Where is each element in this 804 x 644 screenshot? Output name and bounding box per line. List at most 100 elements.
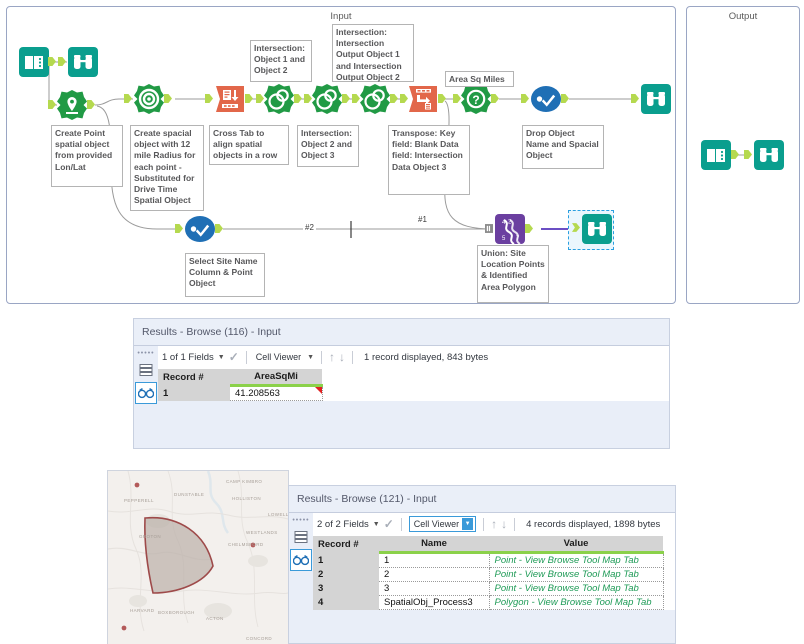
- tool-trade-area[interactable]: [134, 84, 164, 114]
- tool-select-site-name[interactable]: [185, 214, 215, 244]
- anchor-in-browse-union[interactable]: [572, 223, 580, 232]
- results-top-grid[interactable]: Record # AreaSqMi 1 41.208563: [158, 369, 323, 401]
- results-panel-top[interactable]: Results - Browse (116) - Input ••••• 1 o…: [133, 318, 670, 449]
- anchor-in-select-site[interactable]: [175, 224, 183, 233]
- chevron-down-icon[interactable]: ▼: [307, 354, 314, 361]
- anchor-in-spatial-info[interactable]: [453, 94, 461, 103]
- tool-browse-area[interactable]: [641, 84, 671, 114]
- anchor-out-spatial-info[interactable]: [491, 94, 499, 103]
- anchor-out-trade-area[interactable]: [164, 94, 172, 103]
- check-icon[interactable]: ✓: [229, 350, 239, 364]
- table-view-button[interactable]: [291, 527, 311, 547]
- arrow-down-icon[interactable]: ↓: [339, 350, 345, 364]
- comment-area-sq-miles[interactable]: Area Sq Miles: [445, 71, 514, 87]
- browse-view-button[interactable]: [135, 382, 157, 404]
- anchor-out-spatial-3[interactable]: [390, 94, 398, 103]
- anchor-in-create-point[interactable]: [48, 100, 56, 109]
- anchor-in-cross-tab[interactable]: [205, 94, 213, 103]
- anchor-in-spatial-1[interactable]: [256, 94, 264, 103]
- cell-name[interactable]: 2: [379, 567, 490, 582]
- table-row[interactable]: 4 SpatialObj_Process3 Polygon - View Bro…: [313, 595, 664, 610]
- anchor-in-spatial-3[interactable]: [352, 94, 360, 103]
- cell-areasqmi[interactable]: 41.208563: [230, 385, 323, 401]
- table-view-button[interactable]: [136, 360, 156, 380]
- comment-cross-tab[interactable]: Cross Tab to align spatial objects in a …: [209, 125, 289, 165]
- check-icon[interactable]: ✓: [384, 517, 394, 531]
- col-value[interactable]: Value: [489, 536, 663, 554]
- comment-drop-object[interactable]: Drop Object Name and Spacial Object: [522, 125, 604, 169]
- arrow-up-icon[interactable]: ↑: [491, 517, 497, 531]
- col-areasqmi[interactable]: AreaSqMi: [230, 369, 322, 387]
- anchor-out-select-site[interactable]: [215, 224, 223, 233]
- comment-create-spatial-object[interactable]: Create spacial object with 12 mile Radiu…: [130, 125, 204, 211]
- tool-browse-output[interactable]: [754, 140, 784, 170]
- cell-value[interactable]: Point - View Browse Tool Map Tab: [489, 552, 664, 568]
- anchor-in-browse-output[interactable]: [744, 150, 752, 159]
- table-row[interactable]: 3 3 Point - View Browse Tool Map Tab: [313, 581, 664, 596]
- viewer-selector-label[interactable]: Cell Viewer: [254, 352, 303, 362]
- comment-select-site-name[interactable]: Select Site Name Column & Point Object: [185, 253, 265, 297]
- fields-selector-label[interactable]: 1 of 1 Fields: [162, 352, 214, 363]
- workflow-input-container[interactable]: Input #2 #1 ? 4 2 5 7 Create Point spati…: [6, 6, 676, 304]
- tool-transpose[interactable]: [408, 84, 438, 114]
- cell-name[interactable]: 3: [379, 581, 490, 596]
- table-row[interactable]: 2 2 Point - View Browse Tool Map Tab: [313, 567, 664, 582]
- anchor-out-input-output[interactable]: [731, 150, 739, 159]
- workflow-output-container[interactable]: Output: [686, 6, 800, 304]
- viewer-selector[interactable]: Cell Viewer ▼: [408, 516, 477, 532]
- cell-value[interactable]: Point - View Browse Tool Map Tab: [489, 567, 664, 582]
- cell-value[interactable]: Polygon - View Browse Tool Map Tab: [489, 595, 664, 610]
- anchor-out-create-point[interactable]: [87, 100, 95, 109]
- comment-intersection-2-3[interactable]: Intersection: Object 2 and Object 3: [297, 125, 359, 167]
- map-thumbnail[interactable]: CAMP KIMBRO DUNSTABLE PEPPERELL HOLLISTO…: [107, 470, 289, 644]
- anchor-out-spatial-2[interactable]: [342, 94, 350, 103]
- anchor-in-union[interactable]: [485, 224, 493, 233]
- anchor-in-spatial-2[interactable]: [304, 94, 312, 103]
- anchor-out-transpose[interactable]: [438, 94, 446, 103]
- tool-browse-top[interactable]: [68, 47, 98, 77]
- anchor-out-cross-tab[interactable]: [245, 94, 253, 103]
- chevron-down-icon[interactable]: ▼: [462, 518, 474, 530]
- drag-handle-dots[interactable]: •••••: [292, 517, 309, 525]
- anchor-in-select-drop[interactable]: [521, 94, 529, 103]
- drag-handle-dots[interactable]: •••••: [137, 350, 154, 358]
- tool-spatial-info[interactable]: ?: [461, 84, 491, 114]
- anchor-out-input-top[interactable]: [48, 57, 56, 66]
- anchor-in-browse-area[interactable]: [631, 94, 639, 103]
- comment-intersection-1-2[interactable]: Intersection: Object 1 and Object 2: [250, 40, 312, 82]
- anchor-in-trade-area[interactable]: [124, 94, 132, 103]
- tool-spatial-process-2[interactable]: [312, 84, 342, 114]
- col-name[interactable]: Name: [379, 536, 489, 554]
- tool-select-drop-object[interactable]: [531, 84, 561, 114]
- tool-spatial-process-3[interactable]: [360, 84, 390, 114]
- arrow-up-icon[interactable]: ↑: [329, 350, 335, 364]
- cell-value[interactable]: Point - View Browse Tool Map Tab: [489, 581, 664, 596]
- cell-name[interactable]: SpatialObj_Process3: [379, 595, 490, 610]
- arrow-down-icon[interactable]: ↓: [501, 517, 507, 531]
- tool-browse-union[interactable]: [582, 214, 612, 244]
- comment-union[interactable]: Union: Site Location Points & Identified…: [477, 245, 549, 303]
- tool-input-data-top[interactable]: [19, 47, 49, 77]
- comment-intersection-outputs[interactable]: Intersection: Intersection Output Object…: [332, 24, 414, 82]
- anchor-out-union[interactable]: [525, 224, 533, 233]
- anchor-out-select-drop[interactable]: [561, 94, 569, 103]
- anchor-out-spatial-1[interactable]: [294, 94, 302, 103]
- browse-view-button[interactable]: [290, 549, 312, 571]
- tool-create-points[interactable]: [57, 90, 87, 120]
- tool-union[interactable]: 4 2 5 7: [495, 214, 525, 244]
- chevron-down-icon[interactable]: ▼: [218, 354, 225, 361]
- anchor-in-transpose[interactable]: [400, 94, 408, 103]
- tool-cross-tab[interactable]: [215, 84, 245, 114]
- comment-transpose[interactable]: Transpose: Key field: Blank Data field: …: [388, 125, 470, 195]
- chevron-down-icon[interactable]: ▼: [373, 521, 380, 528]
- fields-selector-label[interactable]: 2 of 2 Fields: [317, 519, 369, 530]
- table-row[interactable]: 1 1 Point - View Browse Tool Map Tab: [313, 552, 664, 568]
- col-record-number[interactable]: Record #: [158, 369, 230, 386]
- tool-input-data-output[interactable]: [701, 140, 731, 170]
- results-bottom-grid[interactable]: Record # Name Value 1 1 Point - View Bro…: [313, 536, 664, 610]
- tool-spatial-process-1[interactable]: [264, 84, 294, 114]
- results-panel-bottom[interactable]: Results - Browse (121) - Input ••••• 2 o…: [288, 485, 676, 644]
- comment-create-point[interactable]: Create Point spatial object from provide…: [51, 125, 123, 187]
- anchor-in-browse-top[interactable]: [58, 57, 66, 66]
- col-record-number[interactable]: Record #: [313, 536, 379, 553]
